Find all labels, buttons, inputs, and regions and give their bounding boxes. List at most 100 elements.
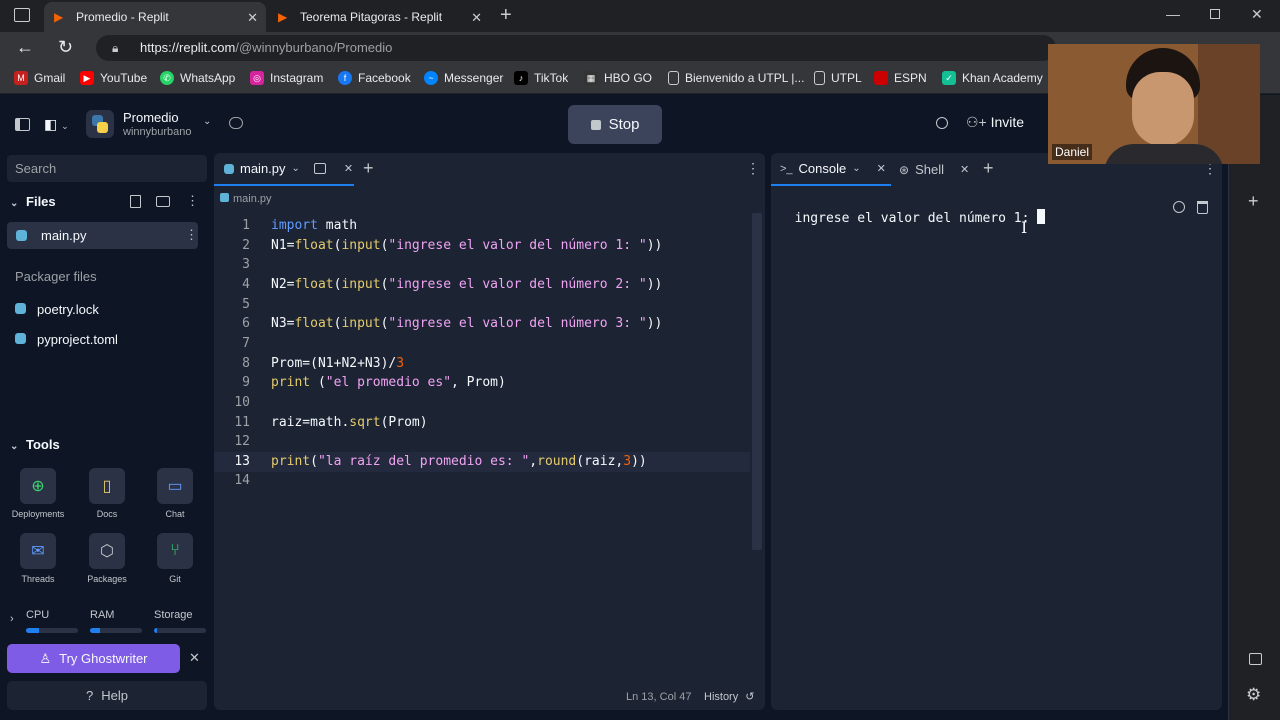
restore-icon[interactable] [1210, 9, 1220, 19]
new-folder-icon[interactable] [156, 196, 170, 207]
cpu-meter [26, 628, 78, 633]
bookmark-instagram[interactable]: ◎ Instagram [250, 71, 323, 85]
bookmark-espn[interactable]: ESPN [874, 71, 927, 85]
new-file-icon[interactable] [130, 195, 141, 208]
minimize-icon[interactable]: — [1166, 6, 1180, 22]
files-section-header[interactable]: ⌄ Files [10, 194, 56, 209]
settings-gear-icon[interactable]: ⚙ [1246, 685, 1261, 705]
packages-tool[interactable]: ⬡ [89, 533, 125, 569]
tab-shell[interactable]: ⊛ Shell ✕ [899, 153, 979, 186]
line-number: 5 [242, 297, 250, 312]
tool-label: Chat [165, 509, 185, 519]
new-tab-icon[interactable]: + [983, 158, 994, 179]
code-line[interactable]: import math [271, 218, 357, 233]
close-tab-icon[interactable]: ✕ [247, 10, 258, 26]
bookmark-messenger[interactable]: ~ Messenger [424, 71, 503, 85]
sidebar-add-icon[interactable]: + [1248, 191, 1259, 212]
help-button[interactable]: ? Help [7, 681, 207, 710]
code-line[interactable]: raiz=math.sqrt(Prom) [271, 415, 428, 430]
bookmark-hbogo[interactable]: ▦ HBO GO [584, 71, 652, 85]
address-bar[interactable]: 🔒︎ https://replit.com/@winnyburbano/Prom… [96, 35, 1056, 61]
code-line[interactable]: N1=float(input("ingrese el valor del núm… [271, 238, 662, 253]
project-name[interactable]: Promedio [123, 110, 179, 125]
tab-actions-icon[interactable] [14, 8, 30, 22]
threads-tool[interactable]: ✉ [20, 533, 56, 569]
close-tab-icon[interactable]: ✕ [344, 162, 353, 175]
sidebar-toggle-icon[interactable] [15, 118, 30, 131]
stop-label: Stop [608, 116, 640, 133]
file-item-main-py[interactable]: main.py ⋮ [7, 222, 198, 249]
file-item-pyproject-toml[interactable]: pyproject.toml [15, 332, 118, 347]
page-icon [668, 71, 679, 85]
file-item-poetry-lock[interactable]: poetry.lock [15, 302, 99, 317]
clear-console-icon[interactable] [1197, 201, 1208, 214]
webcam-overlay: Daniel [1048, 44, 1260, 164]
new-tab-icon[interactable]: + [363, 158, 374, 179]
history-button[interactable]: History ↺ [704, 690, 755, 703]
storage-label: Storage [154, 609, 193, 621]
code-line[interactable]: N3=float(input("ingrese el valor del núm… [271, 316, 662, 331]
chevron-right-icon[interactable]: › [10, 613, 14, 625]
youtube-icon: ▶ [80, 71, 94, 85]
tools-section-header[interactable]: ⌄ Tools [10, 437, 60, 452]
project-owner[interactable]: winnyburbano [123, 126, 192, 138]
new-tab-icon[interactable]: + [500, 4, 512, 27]
browser-tab-promedio[interactable]: ▶ Promedio - Replit ✕ [44, 2, 266, 32]
console-prompt-text: ingrese el valor del número 1: [794, 211, 1038, 226]
close-tab-icon[interactable]: ✕ [877, 162, 886, 175]
page-icon [814, 71, 825, 85]
close-window-icon[interactable]: ✕ [1251, 6, 1263, 23]
split-view-icon[interactable] [313, 163, 326, 174]
line-number: 1 [242, 218, 250, 233]
line-number: 14 [234, 473, 250, 488]
project-dropdown-icon[interactable]: ⌄ [203, 116, 211, 127]
bookmark-tiktok[interactable]: ♪ TikTok [514, 71, 568, 85]
sidebar-layout-icon[interactable] [1249, 653, 1262, 665]
breadcrumb: main.py [220, 193, 272, 205]
bookmark-utpl[interactable]: UTPL [814, 71, 862, 85]
deployments-tool[interactable]: ⊕ [20, 468, 56, 504]
file-menu-icon[interactable]: ⋮ [185, 227, 198, 243]
bookmark-utpl-welcome[interactable]: Bienvenido a UTPL |... [668, 71, 804, 85]
close-tab-icon[interactable]: ✕ [471, 10, 482, 26]
bookmark-gmail[interactable]: M Gmail [14, 71, 65, 85]
bookmark-facebook[interactable]: f Facebook [338, 71, 411, 85]
tools-label: Tools [26, 437, 60, 452]
bookmark-khan-academy[interactable]: ✓ Khan Academy [942, 71, 1043, 85]
stop-button[interactable]: Stop [568, 105, 662, 144]
replit-menu-icon[interactable]: ◧ ⌄ [44, 116, 69, 133]
docs-tool[interactable]: ▯ [89, 468, 125, 504]
chat-icon: ▭ [167, 478, 183, 495]
code-line[interactable]: Prom=(N1+N2+N3)/3 [271, 356, 404, 371]
git-tool[interactable]: ⑂ [157, 533, 193, 569]
history-icon: ↺ [745, 691, 755, 703]
console-output[interactable]: ingrese el valor del número 1: [779, 194, 1046, 226]
files-menu-icon[interactable]: ⋮ [186, 193, 199, 209]
code-line[interactable]: print("la raíz del promedio es: ",round(… [271, 454, 647, 469]
reload-icon[interactable]: ↻ [58, 37, 73, 58]
editor-menu-icon[interactable]: ⋮ [746, 160, 760, 177]
code-line[interactable]: print ("el promedio es", Prom) [271, 375, 506, 390]
search-icon[interactable] [936, 117, 948, 129]
cursor-position: Ln 13, Col 47 [626, 691, 692, 703]
chevron-down-icon: ⌄ [10, 198, 19, 209]
browser-tab-teorema[interactable]: ▶ Teorema Pitagoras - Replit ✕ [268, 2, 490, 32]
help-label: Help [101, 688, 128, 703]
bookmark-whatsapp[interactable]: ✆ WhatsApp [160, 71, 235, 85]
back-icon[interactable]: ← [16, 37, 34, 58]
close-tab-icon[interactable]: ✕ [960, 163, 969, 176]
cpu-label: CPU [26, 609, 50, 621]
chat-tool[interactable]: ▭ [157, 468, 193, 504]
code-line[interactable]: N2=float(input("ingrese el valor del núm… [271, 277, 662, 292]
tab-main-py[interactable]: main.py ⌄ ✕ [214, 153, 354, 186]
console-search-icon[interactable] [1173, 201, 1185, 213]
tab-console[interactable]: >_ Console ⌄ ✕ [771, 153, 891, 186]
invite-button[interactable]: ⚇+ Invite [966, 114, 1024, 131]
tiktok-icon: ♪ [514, 71, 528, 85]
editor-scrollbar[interactable] [752, 213, 762, 550]
sidebar-search-input[interactable]: Search [7, 155, 207, 182]
close-icon[interactable]: ✕ [189, 650, 200, 666]
replit-favicon-icon: ▶ [54, 10, 64, 24]
bookmark-youtube[interactable]: ▶ YouTube [80, 71, 147, 85]
ghostwriter-button[interactable]: ♙ Try Ghostwriter [7, 644, 180, 673]
